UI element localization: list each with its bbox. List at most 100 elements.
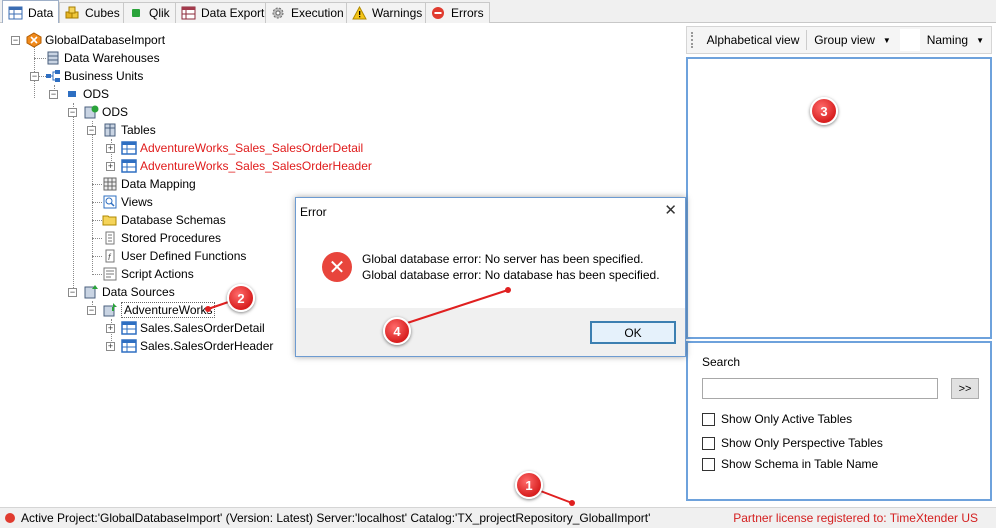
tab-execution[interactable]: Execution [265,2,350,23]
tab-data-export[interactable]: Data Export [175,2,271,23]
tree-expander[interactable]: − [11,36,20,45]
search-panel: Search >> Show Only Active Tables Show O… [686,341,992,501]
tree-connector [92,256,102,257]
tree-node-stored-procedures[interactable]: Stored Procedures [102,229,221,247]
gear-icon [271,6,286,20]
show-active-tables-checkbox[interactable]: Show Only Active Tables [702,412,852,426]
table-icon [121,158,137,174]
tree-node-tables[interactable]: Tables [102,121,156,139]
callout-3: 3 [810,97,838,125]
tab-cubes-label: Cubes [85,6,120,20]
ods-icon [83,104,99,120]
script-actions-icon [102,266,118,282]
table-view-panel[interactable] [686,57,992,339]
tree-node-business-units[interactable]: Business Units [45,67,143,85]
tree-expander[interactable]: − [68,108,77,117]
tree-node-data-warehouses[interactable]: Data Warehouses [45,49,160,67]
tab-data-label: Data [28,5,54,20]
table-icon [121,140,137,156]
tab-qlik[interactable]: Qlik [123,2,176,23]
tree-node-ods-unit[interactable]: ODS [64,85,109,103]
alphabetical-view-button[interactable]: Alphabetical view [700,29,807,51]
views-icon [102,194,118,210]
search-input[interactable] [702,378,938,399]
tree-connector [92,274,102,275]
tree-expander[interactable]: − [68,288,77,297]
callout-4: 4 [383,317,411,345]
toolbar-spacer [899,29,920,51]
tree-node-source-table[interactable]: Sales.SalesOrderDetail [121,319,265,337]
data-mapping-icon [102,176,118,192]
tree-connector [92,184,102,185]
tree-expander[interactable]: + [106,144,115,153]
tree-connector [92,238,102,239]
tree-node-project[interactable]: GlobalDatabaseImport [26,31,165,49]
status-bar: Active Project:'GlobalDatabaseImport' (V… [0,507,996,528]
callout-1: 1 [515,471,543,499]
tables-folder-icon [102,122,118,138]
tree-expander[interactable]: − [49,90,58,99]
warehouse-icon [45,50,61,66]
function-icon: f [102,248,118,264]
tree-expander[interactable]: − [30,72,39,81]
close-icon[interactable]: ✕ [664,201,677,219]
tab-warnings-label: Warnings [372,6,423,20]
view-toolbar: Alphabetical view Group view ▼ Naming ▼ [686,26,992,54]
business-unit-icon [64,86,80,102]
tab-data[interactable]: Data [2,0,60,24]
tree-expander[interactable]: + [106,324,115,333]
table-icon [8,6,23,20]
ok-button[interactable]: OK [590,321,676,344]
dialog-footer: OK [296,308,685,356]
tree-node-source-table[interactable]: Sales.SalesOrderHeader [121,337,273,355]
tab-execution-label: Execution [291,6,344,20]
tree-node-database-schemas[interactable]: Database Schemas [102,211,226,229]
tree-node-data-mapping[interactable]: Data Mapping [102,175,196,193]
show-schema-checkbox[interactable]: Show Schema in Table Name [702,457,878,471]
tree-connector [73,114,74,294]
status-project-info: Active Project:'GlobalDatabaseImport' (V… [21,511,651,525]
checkbox[interactable] [702,412,715,426]
callout-2: 2 [227,284,255,312]
tab-errors[interactable]: Errors [425,2,490,23]
dialog-title: Error [300,205,327,219]
tab-cubes[interactable]: Cubes [59,2,126,23]
naming-dropdown[interactable]: Naming ▼ [920,29,991,51]
tree-expander[interactable]: − [87,306,96,315]
cubes-icon [65,6,80,20]
toolbar-grip[interactable] [691,32,695,48]
data-sources-icon [83,284,99,300]
table-icon [121,338,137,354]
tree-node-adventureworks[interactable]: AdventureWorks [102,301,216,319]
search-go-button[interactable]: >> [951,378,979,399]
tree-node-views[interactable]: Views [102,193,153,211]
tree-node-ods[interactable]: ODS [83,103,128,121]
tree-expander[interactable]: + [106,162,115,171]
table-icon [121,320,137,336]
group-view-dropdown[interactable]: Group view ▼ [807,29,898,51]
tree-node-table[interactable]: AdventureWorks_Sales_SalesOrderHeader [121,157,372,175]
checkbox[interactable] [702,436,715,450]
tree-connector [92,202,102,203]
project-icon [26,32,42,48]
show-perspective-tables-checkbox[interactable]: Show Only Perspective Tables [702,436,883,450]
tree-connector [92,220,102,221]
script-icon [102,230,118,246]
main-tab-bar: Data Cubes Qlik Data Export Execution Wa… [0,0,996,24]
error-icon: ✕ [322,252,352,282]
caret-down-icon: ▼ [976,35,984,45]
qlik-icon [129,6,144,20]
tree-expander[interactable]: − [87,126,96,135]
tab-warnings[interactable]: Warnings [346,2,429,23]
tree-node-table[interactable]: AdventureWorks_Sales_SalesOrderDetail [121,139,363,157]
search-label: Search [702,355,741,369]
checkbox[interactable] [702,457,715,471]
tree-node-data-sources[interactable]: Data Sources [83,283,175,301]
tree-expander[interactable]: + [106,342,115,351]
tree-node-script-actions[interactable]: Script Actions [102,265,194,283]
tree-connector [92,121,93,272]
status-license: Partner license registered to: TimeXtend… [733,511,978,525]
tree-node-user-defined-functions[interactable]: f User Defined Functions [102,247,246,265]
error-status-icon [5,513,15,523]
error-dialog: Error ✕ ✕ Global database error: No serv… [295,197,686,357]
